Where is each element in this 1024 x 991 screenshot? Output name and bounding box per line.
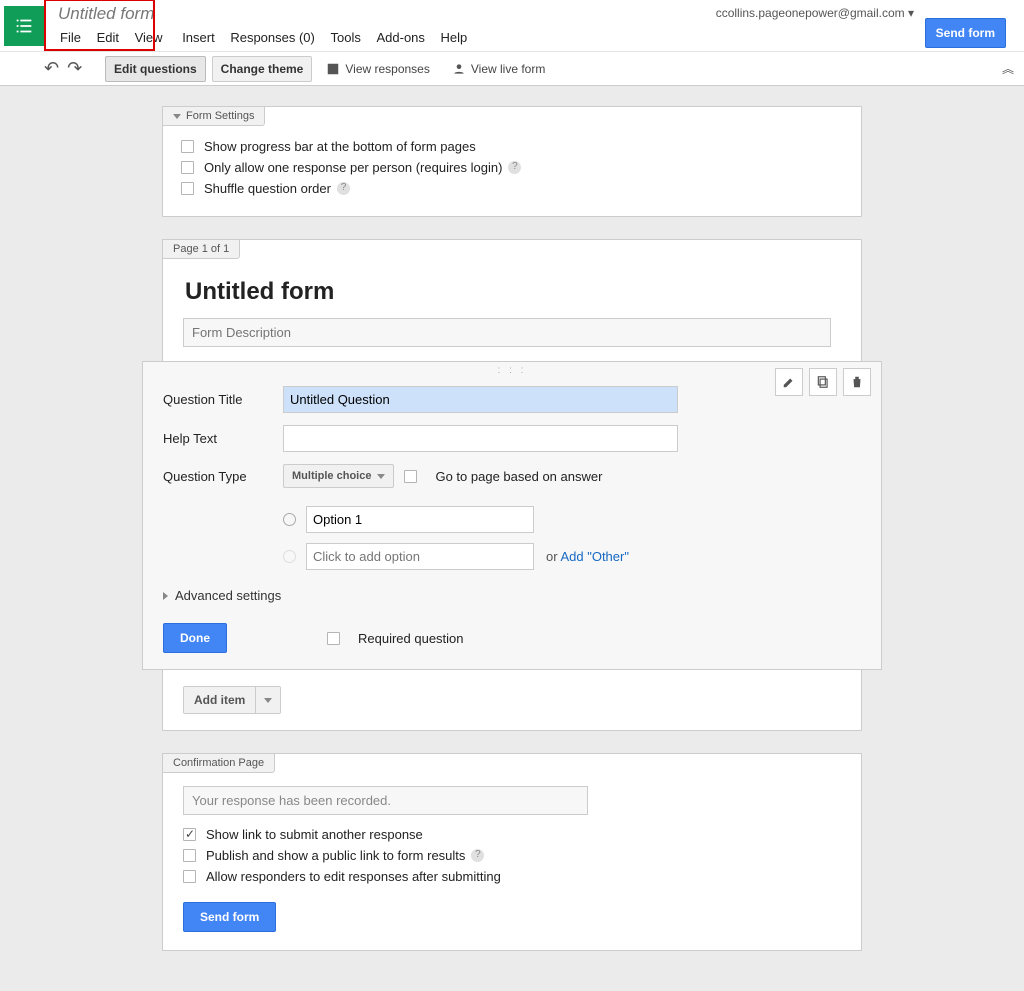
question-card: : : : Question Title Help Text Question … [142, 361, 882, 670]
edit-icon[interactable] [775, 368, 803, 396]
page-tab-label: Page 1 of 1 [173, 243, 229, 255]
add-option-input[interactable] [306, 543, 534, 570]
view-responses-label: View responses [345, 62, 430, 76]
chevron-down-icon [264, 698, 272, 703]
page-panel: Page 1 of 1 Untitled form : : : Question… [162, 239, 862, 731]
forms-icon [13, 15, 35, 37]
checkbox[interactable] [183, 849, 196, 862]
question-title-label: Question Title [163, 392, 283, 407]
view-responses-button[interactable]: View responses [318, 56, 438, 82]
confirmation-panel: Confirmation Page Show link to submit an… [162, 753, 862, 951]
advanced-settings-toggle[interactable]: Advanced settings [163, 588, 861, 603]
checkbox[interactable] [181, 161, 194, 174]
question-type-dropdown[interactable]: Multiple choice [283, 464, 394, 488]
undo-icon[interactable]: ↶ [44, 58, 59, 79]
setting-one-response[interactable]: Only allow one response per person (requ… [181, 160, 843, 175]
question-type-value: Multiple choice [292, 470, 371, 482]
chevron-down-icon [377, 474, 385, 479]
content: Form Settings Show progress bar at the b… [162, 106, 862, 951]
menu-view[interactable]: View [129, 28, 169, 47]
send-form-button[interactable]: Send form [925, 18, 1006, 48]
duplicate-icon[interactable] [809, 368, 837, 396]
option-input[interactable] [306, 506, 534, 533]
confirm-publish[interactable]: Publish and show a public link to form r… [183, 848, 841, 863]
send-form-button-bottom[interactable]: Send form [183, 902, 276, 932]
menu-tools[interactable]: Tools [325, 28, 367, 47]
checkbox[interactable] [181, 182, 194, 195]
setting-progress-bar[interactable]: Show progress bar at the bottom of form … [181, 139, 843, 154]
radio-icon [283, 513, 296, 526]
menu-addons[interactable]: Add-ons [370, 28, 430, 47]
question-title-input[interactable] [283, 386, 678, 413]
toolbar: ↶ ↷ Edit questions Change theme View res… [0, 52, 1024, 86]
add-option-row: or Add "Other" [283, 543, 861, 570]
checkbox[interactable] [181, 140, 194, 153]
add-item-label: Add item [184, 687, 255, 713]
delete-icon[interactable] [843, 368, 871, 396]
form-title[interactable]: Untitled form [185, 278, 841, 306]
help-icon[interactable]: ? [508, 161, 521, 174]
collapse-icon[interactable]: ︽ [1002, 60, 1014, 77]
menu-help[interactable]: Help [435, 28, 474, 47]
checkbox[interactable] [327, 632, 340, 645]
setting-label: Only allow one response per person (requ… [204, 160, 502, 175]
checkbox[interactable] [404, 470, 417, 483]
add-item-dropdown[interactable] [255, 687, 280, 713]
setting-label: Show link to submit another response [206, 827, 423, 842]
chevron-right-icon [163, 592, 168, 600]
menu-file[interactable]: File [54, 28, 87, 47]
help-text-label: Help Text [163, 431, 283, 446]
app-logo[interactable] [4, 6, 44, 46]
add-item-button[interactable]: Add item [183, 686, 281, 714]
doc-title[interactable]: Untitled form [54, 2, 473, 26]
advanced-label: Advanced settings [175, 588, 281, 603]
confirmation-tab: Confirmation Page [162, 753, 275, 773]
radio-icon [283, 550, 296, 563]
menu-insert[interactable]: Insert [176, 28, 221, 47]
confirmation-message-input[interactable] [183, 786, 588, 815]
checkbox[interactable] [183, 828, 196, 841]
redo-icon[interactable]: ↷ [67, 58, 82, 79]
confirm-allow-edit[interactable]: Allow responders to edit responses after… [183, 869, 841, 884]
add-other-link[interactable]: Add "Other" [560, 549, 629, 564]
header: Untitled form File Edit View Insert Resp… [0, 0, 1024, 52]
view-live-form-button[interactable]: View live form [444, 56, 553, 82]
checkbox[interactable] [183, 870, 196, 883]
change-theme-button[interactable]: Change theme [212, 56, 313, 82]
help-text-input[interactable] [283, 425, 678, 452]
required-label: Required question [358, 631, 464, 646]
question-type-label: Question Type [163, 469, 283, 484]
form-settings-panel: Form Settings Show progress bar at the b… [162, 106, 862, 217]
menu-edit[interactable]: Edit [91, 28, 125, 47]
done-button[interactable]: Done [163, 623, 227, 653]
title-block: Untitled form File Edit View Insert Resp… [54, 2, 473, 51]
form-settings-tab-label: Form Settings [186, 110, 254, 122]
setting-label: Shuffle question order [204, 181, 331, 196]
setting-label: Allow responders to edit responses after… [206, 869, 501, 884]
add-other-text: or Add "Other" [546, 549, 629, 564]
goto-page-label: Go to page based on answer [435, 469, 602, 484]
option-row [283, 506, 861, 533]
person-icon [452, 62, 466, 76]
chevron-down-icon [173, 114, 181, 119]
menu-responses[interactable]: Responses (0) [224, 28, 321, 47]
confirm-show-link[interactable]: Show link to submit another response [183, 827, 841, 842]
form-description-input[interactable] [183, 318, 831, 347]
menu-bar: File Edit View Insert Responses (0) Tool… [54, 28, 473, 47]
setting-shuffle[interactable]: Shuffle question order ? [181, 181, 843, 196]
view-live-label: View live form [471, 62, 545, 76]
confirmation-tab-label: Confirmation Page [173, 757, 264, 769]
setting-label: Show progress bar at the bottom of form … [204, 139, 476, 154]
help-icon[interactable]: ? [471, 849, 484, 862]
page-tab: Page 1 of 1 [162, 239, 240, 259]
account-email[interactable]: ccollins.pageonepower@gmail.com ▾ [716, 6, 914, 20]
drag-handle-icon[interactable]: : : : [143, 365, 881, 376]
table-icon [326, 62, 340, 76]
edit-questions-button[interactable]: Edit questions [105, 56, 206, 82]
setting-label: Publish and show a public link to form r… [206, 848, 465, 863]
help-icon[interactable]: ? [337, 182, 350, 195]
form-settings-tab[interactable]: Form Settings [162, 106, 265, 126]
